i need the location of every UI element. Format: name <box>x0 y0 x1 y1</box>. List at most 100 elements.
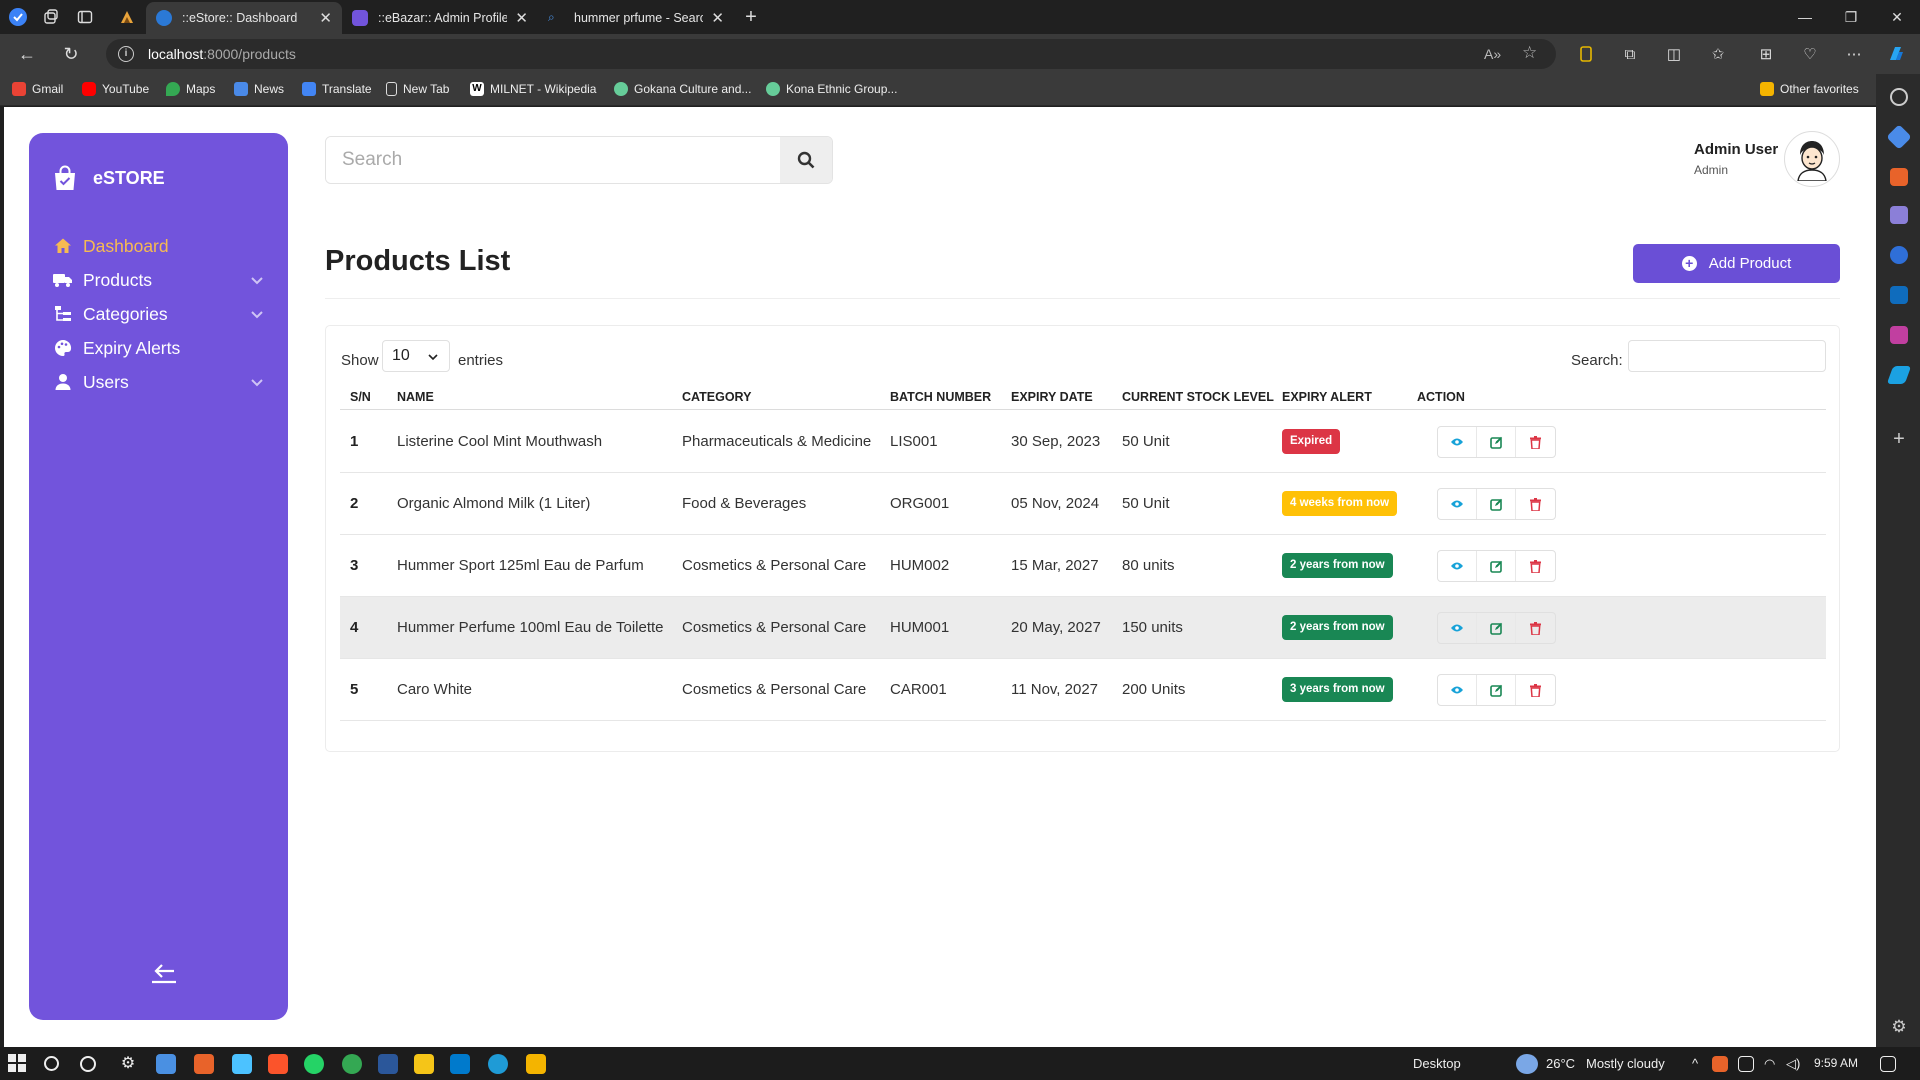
windows-start-icon[interactable] <box>8 1054 28 1074</box>
edit-button[interactable] <box>1477 427 1516 457</box>
telegram-icon[interactable] <box>1886 366 1912 384</box>
view-button[interactable] <box>1438 551 1477 581</box>
microsoft-365-icon[interactable] <box>1890 246 1908 264</box>
pinned-tab-icon[interactable] <box>116 6 138 28</box>
split-screen-icon[interactable]: ◫ <box>1664 44 1684 64</box>
settings-icon[interactable]: ⚙ <box>118 1054 138 1074</box>
close-tab-icon[interactable]: ✕ <box>515 9 528 27</box>
sidebar-item-categories[interactable]: Categories <box>53 298 265 330</box>
vscode-icon[interactable] <box>450 1054 470 1074</box>
bookmark-maps[interactable]: Maps <box>166 82 215 96</box>
app-icon[interactable] <box>414 1054 434 1074</box>
bookmark-youtube[interactable]: YouTube <box>82 82 149 96</box>
sidebar-item-dashboard[interactable]: Dashboard <box>53 230 265 262</box>
view-button[interactable] <box>1438 489 1477 519</box>
column-header-alert[interactable]: EXPIRY ALERT <box>1282 390 1372 404</box>
minimize-icon[interactable]: — <box>1782 0 1828 34</box>
tray-app-icon[interactable] <box>1712 1056 1728 1072</box>
edit-button[interactable] <box>1477 675 1516 705</box>
edge-icon[interactable] <box>488 1054 508 1074</box>
sidebar-settings-icon[interactable]: ⚙ <box>1890 1018 1908 1036</box>
collections-icon[interactable]: ⊞ <box>1756 44 1776 64</box>
bookmark-kona[interactable]: Kona Ethnic Group... <box>766 82 897 96</box>
edit-button[interactable] <box>1477 551 1516 581</box>
sidebar-item-products[interactable]: Products <box>53 264 265 296</box>
volume-icon[interactable]: ◁) <box>1786 1056 1800 1072</box>
copilot-icon[interactable] <box>1886 44 1906 64</box>
desktop-label[interactable]: Desktop <box>1413 1056 1461 1071</box>
weather-temp[interactable]: 26°C <box>1546 1056 1575 1071</box>
shopping-tag-icon[interactable] <box>1886 124 1912 150</box>
tab-actions-icon[interactable] <box>74 6 96 28</box>
sidebar-item-expiry-alerts[interactable]: Expiry Alerts <box>53 332 265 364</box>
browser-essentials-icon[interactable]: ♡ <box>1800 44 1820 64</box>
delete-button[interactable] <box>1516 427 1555 457</box>
tab-ebazar-admin-profile[interactable]: ::eBazar:: Admin Profile ✕ <box>342 2 538 34</box>
tab-search[interactable]: ⌕ hummer prfume - Search ✕ <box>538 2 734 34</box>
close-tab-icon[interactable]: ✕ <box>711 9 724 27</box>
search-icon[interactable] <box>1890 88 1908 106</box>
delete-button[interactable] <box>1516 551 1555 581</box>
new-tab-icon[interactable]: + <box>740 6 762 28</box>
entries-select[interactable]: 10 <box>382 340 450 372</box>
add-sidebar-app-icon[interactable]: + <box>1890 429 1908 449</box>
favorites-icon[interactable]: ✩ <box>1708 44 1728 64</box>
notepad-icon[interactable] <box>232 1054 252 1074</box>
outlook-icon[interactable] <box>1890 286 1908 304</box>
refresh-icon[interactable]: ↻ <box>60 43 82 65</box>
bookmark-translate[interactable]: Translate <box>302 82 372 96</box>
restore-icon[interactable]: ❐ <box>1828 0 1874 34</box>
read-aloud-icon[interactable]: A» <box>1484 46 1501 62</box>
designer-icon[interactable] <box>1890 326 1908 344</box>
column-header-expiry[interactable]: EXPIRY DATE <box>1011 390 1093 404</box>
edit-button[interactable] <box>1477 613 1516 643</box>
weather-desc[interactable]: Mostly cloudy <box>1586 1056 1665 1071</box>
more-menu-icon[interactable]: ⋯ <box>1844 44 1864 64</box>
sidebar-item-users[interactable]: Users <box>53 366 265 398</box>
other-favorites[interactable]: Other favorites <box>1760 82 1859 96</box>
cortana-icon[interactable] <box>80 1056 96 1072</box>
brand[interactable]: eSTORE <box>53 165 165 191</box>
delete-button[interactable] <box>1516 489 1555 519</box>
clock[interactable]: 9:59 AM <box>1814 1056 1858 1070</box>
app-icon[interactable] <box>156 1054 176 1074</box>
bookmark-milnet[interactable]: W MILNET - Wikipedia <box>470 82 596 96</box>
wifi-icon[interactable]: ◠ <box>1764 1056 1775 1072</box>
column-header-batch[interactable]: BATCH NUMBER <box>890 390 991 404</box>
tray-chevron-icon[interactable]: ^ <box>1692 1056 1698 1071</box>
edit-button[interactable] <box>1477 489 1516 519</box>
bookmark-gmail[interactable]: Gmail <box>12 82 63 96</box>
favorite-star-icon[interactable]: ☆ <box>1522 43 1537 63</box>
tab-estore-dashboard[interactable]: ::eStore:: Dashboard ✕ <box>146 2 342 34</box>
bookmark-new-tab[interactable]: New Tab <box>386 82 449 96</box>
column-header-stock[interactable]: CURRENT STOCK LEVEL <box>1122 390 1274 404</box>
site-info-icon[interactable]: i <box>118 46 134 62</box>
word-icon[interactable] <box>378 1054 398 1074</box>
view-button[interactable] <box>1438 675 1477 705</box>
extensions-icon[interactable]: ⧉ <box>1620 44 1640 64</box>
back-icon[interactable]: ← <box>16 43 38 65</box>
bookmark-news[interactable]: News <box>234 82 284 96</box>
app-icon[interactable] <box>194 1054 214 1074</box>
collapse-sidebar-button[interactable] <box>147 959 181 987</box>
whatsapp-icon[interactable] <box>304 1054 324 1074</box>
wallet-icon[interactable] <box>1576 44 1596 64</box>
bookmark-gokana[interactable]: Gokana Culture and... <box>614 82 751 96</box>
view-button[interactable] <box>1438 613 1477 643</box>
chrome-icon[interactable] <box>342 1054 362 1074</box>
view-button[interactable] <box>1438 427 1477 457</box>
close-tab-icon[interactable]: ✕ <box>319 9 332 27</box>
search-button[interactable] <box>780 137 832 183</box>
notifications-icon[interactable] <box>1880 1056 1896 1072</box>
avatar[interactable] <box>1784 131 1840 187</box>
file-explorer-icon[interactable] <box>526 1054 546 1074</box>
search-input[interactable] <box>326 137 782 183</box>
column-header-sn[interactable]: S/N <box>350 390 371 404</box>
delete-button[interactable] <box>1516 675 1555 705</box>
add-product-button[interactable]: + Add Product <box>1633 244 1840 283</box>
column-header-name[interactable]: NAME <box>397 390 434 404</box>
toolbox-icon[interactable] <box>1890 168 1908 186</box>
profile-icon[interactable] <box>7 6 29 28</box>
games-icon[interactable] <box>1890 206 1908 224</box>
address-bar[interactable]: i localhost:8000/products A» ☆ <box>106 39 1556 69</box>
